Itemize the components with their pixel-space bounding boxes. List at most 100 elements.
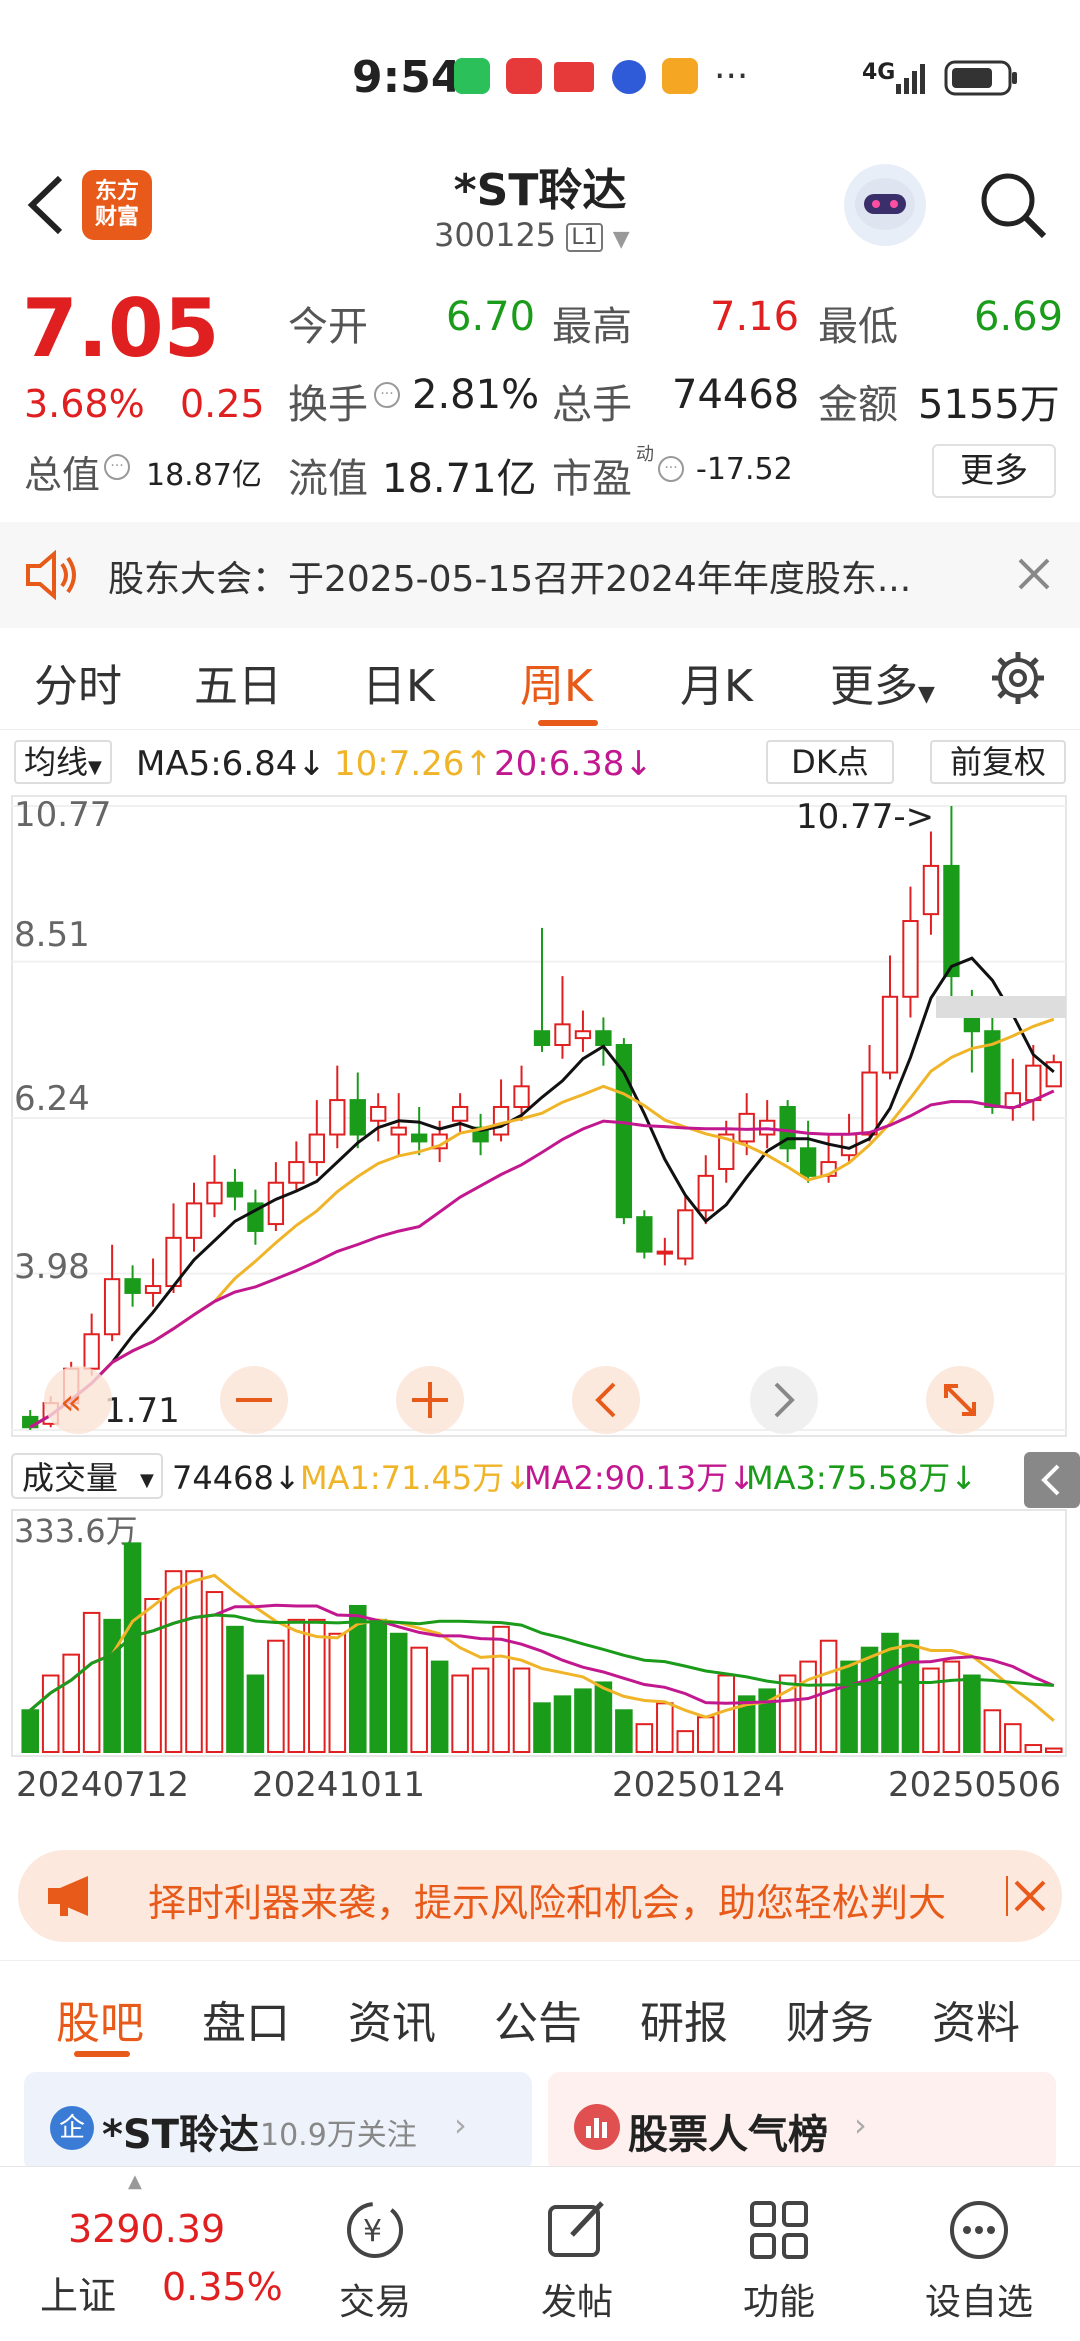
kline-chart[interactable]: 10.77 8.51 6.24 3.98 10.77-> 1.71 « 成交量 … — [0, 790, 1080, 1830]
zoom-in-button[interactable] — [396, 1366, 464, 1434]
grid-icon[interactable] — [744, 2195, 814, 2265]
volume-bar — [819, 1639, 838, 1753]
amount-label: 金额 — [818, 382, 898, 428]
more-button[interactable]: 更多 — [932, 444, 1056, 498]
dk-point-button[interactable]: DK点 — [766, 740, 894, 784]
more-dots-icon: ··· — [714, 56, 749, 97]
kline-chart-svg[interactable]: 10.77 8.51 6.24 3.98 10.77-> 1.71 « 成交量 … — [0, 790, 1080, 1830]
volume-ma3-line — [29, 1613, 1054, 1712]
close-icon[interactable] — [1016, 556, 1052, 592]
feature-cards: 企 *ST聆达 10.9万关注 › 股票人气榜 › — [0, 2060, 1080, 2172]
tab-pankou[interactable]: 盘口 — [202, 1987, 290, 2051]
candle-body — [513, 1085, 530, 1108]
tab-gonggao[interactable]: 公告 — [494, 1987, 582, 2051]
ma-indicator-bar: 均线▼ MA5:6.84↓ 10:7.26↑ 20:6.38↓ DK点 前复权 — [0, 732, 1080, 792]
function-label[interactable]: 功能 — [734, 2273, 824, 2325]
ranking-icon — [574, 2104, 620, 2150]
robot-avatar-icon[interactable] — [844, 164, 926, 246]
pe-value: -17.52 — [696, 452, 793, 487]
post-label[interactable]: 发帖 — [532, 2273, 622, 2325]
tab-wuri[interactable]: 五日 — [194, 650, 282, 714]
volume-bar — [430, 1660, 449, 1754]
scroll-right-button[interactable] — [750, 1366, 818, 1434]
turnover-label: 换手 — [288, 382, 368, 428]
bottom-toolbar: ▲ 3290.39 上证 0.35% ¥ 交易 发帖 功能 设自选 — [0, 2166, 1080, 2340]
adjust-button[interactable]: 前复权 — [930, 740, 1066, 784]
ma5-value: MA5:6.84↓ — [136, 744, 326, 784]
search-icon[interactable] — [976, 168, 1052, 244]
trade-label[interactable]: 交易 — [330, 2273, 420, 2325]
tab-guba[interactable]: 股吧 — [56, 1987, 144, 2051]
candle-body — [636, 1216, 653, 1253]
tab-zhouk[interactable]: 周K — [520, 650, 593, 714]
info-icon[interactable]: ··· — [374, 382, 400, 408]
volume-bar — [901, 1639, 920, 1753]
tab-yanbao[interactable]: 研报 — [640, 1987, 728, 2051]
volume-bar — [185, 1570, 203, 1753]
candle-body — [185, 1202, 203, 1239]
float-value: 18.71亿 — [382, 456, 537, 502]
close-icon[interactable] — [1006, 1876, 1046, 1916]
promo-banner[interactable]: 择时利器来袭，提示风险和机会，助您轻松判大 — [18, 1850, 1062, 1942]
candle-body — [492, 1105, 510, 1136]
baidu-icon — [612, 60, 646, 94]
brand-logo[interactable]: 东方 财富 — [82, 170, 152, 240]
index-widget[interactable]: ▲ 3290.39 上证 0.35% — [0, 2167, 300, 2341]
info-icon[interactable]: ··· — [104, 454, 130, 480]
svg-text:«: « — [60, 1382, 82, 1423]
ma-select[interactable]: 均线▼ — [14, 740, 112, 784]
popularity-card[interactable]: 股票人气榜 › — [548, 2072, 1056, 2172]
tab-rik[interactable]: 日K — [362, 650, 435, 714]
volume-bar — [717, 1674, 736, 1754]
volume-value: 74468↓ — [172, 1459, 301, 1497]
tab-ziliao[interactable]: 资料 — [932, 1987, 1020, 2051]
chevron-down-icon[interactable]: ▼ — [613, 227, 630, 252]
tab-fenshi[interactable]: 分时 — [34, 650, 122, 714]
candle-body — [390, 1126, 407, 1136]
scroll-left-button[interactable] — [572, 1366, 640, 1434]
volume-bar — [860, 1646, 879, 1754]
back-icon[interactable] — [20, 170, 70, 240]
trade-icon[interactable]: ¥ — [340, 2195, 410, 2265]
volume-bar — [512, 1667, 531, 1753]
gear-icon[interactable] — [990, 650, 1046, 706]
orange-app-icon — [662, 58, 698, 94]
tab-yuek[interactable]: 月K — [680, 650, 753, 714]
fullscreen-button[interactable] — [926, 1366, 994, 1434]
more-circle-icon[interactable] — [944, 2195, 1014, 2265]
high-value: 7.16 — [710, 294, 800, 340]
guba-card[interactable]: 企 *ST聆达 10.9万关注 › — [24, 2072, 532, 2172]
tab-caiwu[interactable]: 财务 — [786, 1987, 874, 2051]
notice-bar[interactable]: 股东大会：于2025-05-15召开2024年年度股东... — [0, 522, 1080, 628]
candle-body — [451, 1105, 469, 1122]
index-value: 3290.39 — [68, 2207, 226, 2251]
volume-bar — [492, 1625, 510, 1753]
candle-body — [83, 1333, 100, 1370]
caret-down-icon: ▼ — [918, 682, 935, 707]
tab-more[interactable]: 更多▼ — [830, 650, 935, 714]
volume-bar — [553, 1695, 572, 1753]
volume-bar — [696, 1716, 715, 1754]
candle-body — [738, 1112, 755, 1143]
add-watchlist-label[interactable]: 设自选 — [914, 2273, 1044, 2325]
candle-body — [533, 1030, 551, 1046]
candle-body — [881, 995, 899, 1074]
level-badge[interactable]: L1 — [566, 222, 603, 252]
volume-bar — [1024, 1744, 1043, 1754]
compose-icon[interactable] — [542, 2195, 612, 2265]
candle-body — [144, 1285, 162, 1294]
collapse-panel-button[interactable] — [1024, 1452, 1080, 1508]
volume-bar — [62, 1653, 80, 1753]
index-change: 0.35% — [162, 2265, 283, 2309]
volume-bar — [574, 1688, 592, 1754]
volume-bar — [676, 1730, 695, 1754]
info-icon[interactable]: ··· — [658, 456, 684, 482]
caret-down-icon: ▼ — [140, 1470, 154, 1491]
candle-body — [943, 864, 960, 978]
battery-icon — [944, 60, 1020, 96]
zoom-out-button[interactable] — [220, 1366, 288, 1434]
tab-zixun[interactable]: 资讯 — [348, 1987, 436, 2051]
volume-bar — [799, 1660, 817, 1754]
candle-body — [411, 1133, 428, 1143]
scroll-left-fast-button[interactable]: « — [44, 1366, 112, 1434]
